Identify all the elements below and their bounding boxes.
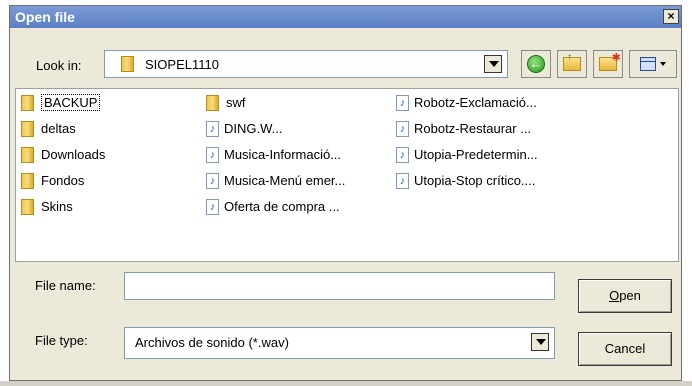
sound-file-item[interactable]: ♪ Utopia-Stop crítico.... <box>396 172 535 190</box>
folder-icon <box>21 120 34 137</box>
up-folder-icon: ↑ <box>563 52 581 71</box>
file-item-label: Fondos <box>41 173 85 188</box>
look-in-dropdown-button[interactable] <box>484 55 502 73</box>
sound-file-icon: ♪ <box>396 120 409 137</box>
open-button-label: pen <box>619 288 641 303</box>
sound-file-icon: ♪ <box>206 198 219 215</box>
sound-file-item[interactable]: ♪ Robotz-Restaurar ... <box>396 120 531 138</box>
look-in-combo[interactable]: SIOPEL1110 <box>104 50 508 78</box>
back-button[interactable]: ← <box>521 50 551 78</box>
file-item-label: Oferta de compra ... <box>224 199 340 214</box>
sound-file-icon: ♪ <box>206 146 219 163</box>
cancel-button-label: Cancel <box>604 341 646 356</box>
back-arrow-icon: ← <box>527 55 545 73</box>
sound-file-item[interactable]: ♪ Oferta de compra ... <box>206 198 340 216</box>
file-item-label: deltas <box>41 121 76 136</box>
sound-file-item[interactable]: ♪ DING.W... <box>206 120 283 138</box>
file-type-combo[interactable]: Archivos de sonido (*.wav) <box>124 327 555 359</box>
new-folder-button[interactable]: ✱ <box>593 50 623 78</box>
file-item-label: Musica-Menú emer... <box>224 173 346 188</box>
file-item-label: Robotz-Restaurar ... <box>414 121 532 136</box>
title-bar: Open file × <box>10 6 681 28</box>
look-in-value: SIOPEL1110 <box>145 57 219 72</box>
dialog-title: Open file <box>15 9 75 25</box>
file-item-label: BACKUP <box>41 94 101 111</box>
folder-item[interactable]: Fondos <box>21 172 84 190</box>
file-item-label: Utopia-Predetermin... <box>414 147 538 162</box>
folder-icon <box>21 94 34 111</box>
file-type-dropdown-button[interactable] <box>531 333 549 351</box>
sound-file-item[interactable]: ♪ Musica-Menú emer... <box>206 172 345 190</box>
file-type-value: Archivos de sonido (*.wav) <box>135 335 289 350</box>
view-menu-button[interactable] <box>629 50 677 78</box>
folder-item[interactable]: swf <box>206 94 246 112</box>
file-item-label: DING.W... <box>224 121 283 136</box>
look-in-label: Look in: <box>36 58 82 73</box>
new-folder-icon: ✱ <box>599 52 621 71</box>
window-bottom-edge <box>0 381 692 386</box>
sound-file-icon: ♪ <box>396 94 409 111</box>
file-name-label: File name: <box>35 278 96 293</box>
folder-icon <box>21 172 34 189</box>
open-button[interactable]: Open <box>578 279 672 313</box>
folder-item[interactable]: Downloads <box>21 146 105 164</box>
sound-file-icon: ♪ <box>206 172 219 189</box>
file-item-label: Downloads <box>41 147 106 162</box>
folder-item[interactable]: BACKUP <box>21 94 101 112</box>
view-menu-icon <box>640 57 656 71</box>
open-file-dialog: Open file × Look in: SIOPEL1110 ← ↑ ✱ BA… <box>9 5 682 381</box>
file-name-input[interactable] <box>124 272 555 300</box>
file-list[interactable]: BACKUP deltas Downloads Fondos Skins swf ♪ DING… <box>15 88 679 262</box>
folder-icon <box>21 146 34 163</box>
file-item-label: swf <box>226 95 246 110</box>
sound-file-icon: ♪ <box>396 146 409 163</box>
sound-file-item[interactable]: ♪ Robotz-Exclamació... <box>396 94 537 112</box>
open-button-accel: O <box>609 288 620 303</box>
up-folder-button[interactable]: ↑ <box>557 50 587 78</box>
file-item-label: Skins <box>41 199 73 214</box>
folder-icon <box>121 56 134 72</box>
file-type-label: File type: <box>35 333 88 348</box>
folder-icon <box>21 198 34 215</box>
file-item-label: Musica-Informació... <box>224 147 342 162</box>
cancel-button[interactable]: Cancel <box>578 332 672 366</box>
sound-file-item[interactable]: ♪ Utopia-Predetermin... <box>396 146 538 164</box>
file-item-label: Utopia-Stop crítico.... <box>414 173 536 188</box>
chevron-down-icon <box>660 62 666 66</box>
sound-file-icon: ♪ <box>206 120 219 137</box>
sound-file-item[interactable]: ♪ Musica-Informació... <box>206 146 341 164</box>
close-button[interactable]: × <box>663 9 679 24</box>
folder-item[interactable]: Skins <box>21 198 73 216</box>
file-item-label: Robotz-Exclamació... <box>414 95 537 110</box>
sound-file-icon: ♪ <box>396 172 409 189</box>
folder-icon <box>206 94 219 111</box>
folder-item[interactable]: deltas <box>21 120 76 138</box>
